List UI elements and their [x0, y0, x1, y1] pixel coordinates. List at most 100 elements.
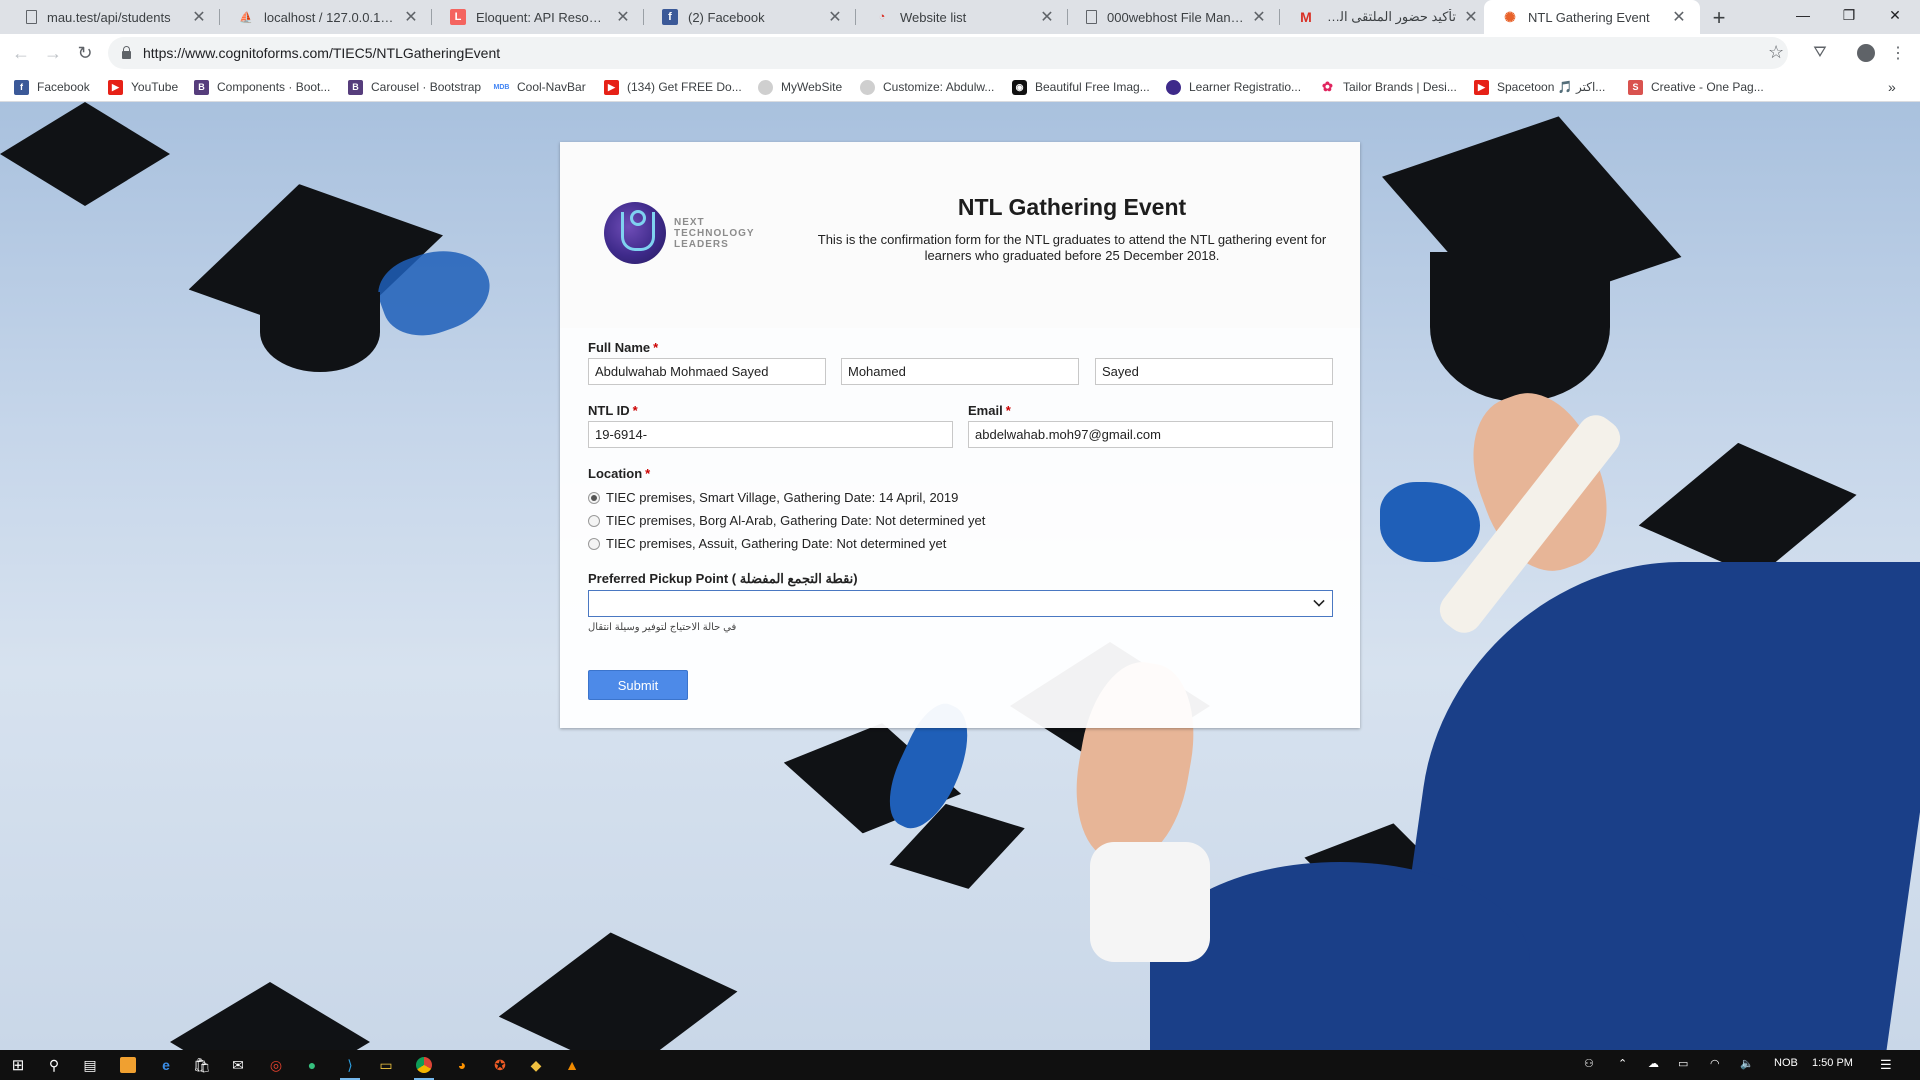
bookmark-item[interactable]: MDB Cool-NavBar [494, 77, 586, 97]
radio-button[interactable] [588, 514, 600, 527]
submit-button[interactable]: Submit [588, 670, 688, 700]
battery-icon[interactable]: ▭ [1678, 1057, 1688, 1070]
ntl-logo: Next Technology Leaders [604, 200, 764, 266]
bookmark-label: Beautiful Free Imag... [1035, 80, 1150, 94]
forward-button[interactable]: → [40, 40, 66, 66]
tab-title: NTL Gathering Event [1528, 9, 1650, 25]
location-option-label: TIEC premises, Borg Al-Arab, Gathering D… [606, 513, 986, 528]
browser-tab[interactable]: f (2) Facebook ✕ [644, 0, 856, 34]
ntl-id-input[interactable]: 19-6914- [588, 421, 953, 448]
address-bar[interactable]: https://www.cognitoforms.com/TIEC5/NTLGa… [108, 37, 1788, 69]
vlc-icon[interactable]: ▲ [562, 1055, 582, 1075]
language-indicator[interactable]: NOB [1774, 1057, 1798, 1069]
minimize-button[interactable]: — [1780, 0, 1826, 30]
middle-name-input[interactable]: Mohamed [841, 358, 1079, 385]
browser-tab[interactable]: 000webhost File Manager ✕ [1068, 0, 1280, 34]
bookmark-item[interactable]: ◉ Beautiful Free Imag... [1012, 77, 1150, 97]
green-app-icon[interactable]: ● [302, 1055, 322, 1075]
windows-taskbar: ⊞ ⚲ ▤ e 🛍 ✉ ◎ ● ⟩ ▭ ◕ ✪ ◆ ▲ ⚇ ⌃ ☁ ▭ ◠ 🔈 … [0, 1050, 1920, 1080]
back-button[interactable]: ← [8, 40, 34, 66]
clock[interactable]: 1:50 PM [1812, 1057, 1853, 1069]
file-explorer-icon[interactable]: ▭ [376, 1055, 396, 1075]
pickup-point-help-text: في حالة الاحتياج لتوفير وسيلة انتقال [588, 622, 737, 633]
tray-overflow-icon[interactable]: ⌃ [1618, 1057, 1627, 1070]
bookmarks-overflow-icon[interactable]: » [1888, 77, 1896, 97]
bookmark-item[interactable]: ▶ Spacetoon 🎵 اكتر... [1474, 77, 1605, 97]
wifi-icon[interactable]: ◠ [1710, 1057, 1720, 1070]
menu-icon[interactable]: ⋮ [1888, 43, 1908, 63]
new-tab-button[interactable]: + [1706, 5, 1732, 31]
email-input[interactable]: abdelwahab.moh97@gmail.com [968, 421, 1333, 448]
browser-tab[interactable]: ◔ Website list ✕ [856, 0, 1068, 34]
volume-icon[interactable]: 🔈 [1740, 1057, 1754, 1070]
form-title: NTL Gathering Event [957, 194, 1187, 220]
browser-tab[interactable]: L Eloquent: API Resources - La ✕ [432, 0, 644, 34]
bootstrap-icon: B [194, 79, 209, 95]
extension-icon[interactable]: ⛛ [1810, 43, 1830, 63]
bookmark-item[interactable]: B Components · Boot... [194, 77, 330, 97]
profile-icon[interactable] [1856, 43, 1876, 63]
graduation-cap-image [1430, 252, 1610, 402]
maximize-button[interactable]: ❐ [1826, 0, 1872, 30]
close-icon[interactable]: ✕ [1038, 7, 1056, 27]
bookmark-item[interactable]: S Creative - One Pag... [1628, 77, 1764, 97]
browser-tab-active[interactable]: ✺ NTL Gathering Event ✕ [1484, 0, 1700, 34]
ntl-logo-text: Next Technology Leaders [674, 216, 755, 250]
youtube-icon: ▶ [604, 79, 619, 95]
pickup-point-select[interactable] [588, 590, 1333, 617]
media-app-icon[interactable]: ◎ [266, 1055, 286, 1075]
close-icon[interactable]: ✕ [826, 7, 844, 27]
bookmark-item[interactable]: ✿ Tailor Brands | Desi... [1320, 77, 1457, 97]
browser-tab[interactable]: mau.test/api/students ✕ [8, 0, 220, 34]
camera-icon: ◉ [1012, 79, 1027, 95]
close-icon[interactable]: ✕ [190, 7, 208, 27]
close-icon[interactable]: ✕ [1250, 7, 1268, 27]
url-text[interactable]: https://www.cognitoforms.com/TIEC5/NTLGa… [143, 45, 500, 61]
action-center-icon[interactable]: ☰ [1880, 1057, 1892, 1073]
window-close-button[interactable]: ✕ [1872, 0, 1918, 30]
page-icon [1086, 10, 1097, 24]
mail-icon[interactable]: ✉ [228, 1055, 248, 1075]
bookmark-star-icon[interactable]: ☆ [1768, 42, 1784, 63]
first-name-input[interactable]: Abdulwahab Mohmaed Sayed [588, 358, 826, 385]
location-option[interactable]: TIEC premises, Borg Al-Arab, Gathering D… [588, 513, 985, 528]
bookmark-item[interactable]: f Facebook [14, 77, 90, 97]
edge-icon[interactable]: e [156, 1055, 176, 1075]
bookmark-item[interactable]: ▶ YouTube [108, 77, 178, 97]
close-icon[interactable]: ✕ [402, 7, 420, 27]
browser-tab[interactable]: ⛵ localhost / 127.0.0.1 / mau ✕ [220, 0, 432, 34]
youtube-icon: ▶ [1474, 79, 1489, 95]
browser-tab[interactable]: M تأكيد حضور الملتقى الرابع لخ ✕ [1280, 0, 1492, 34]
onedrive-icon[interactable]: ☁ [1648, 1057, 1659, 1070]
location-option-label: TIEC premises, Smart Village, Gathering … [606, 490, 959, 505]
tab-title: Eloquent: API Resources - La [476, 9, 608, 25]
bookmark-item[interactable]: Learner Registratio... [1166, 77, 1301, 97]
close-icon[interactable]: ✕ [1670, 7, 1688, 27]
bookmark-item[interactable]: Customize: Abdulw... [860, 77, 994, 97]
search-icon[interactable]: ⚲ [44, 1055, 64, 1075]
sourcetree-icon[interactable]: ◆ [526, 1055, 546, 1075]
task-view-icon[interactable]: ▤ [80, 1055, 100, 1075]
windows-start-icon[interactable]: ⊞ [8, 1055, 28, 1075]
calculator-app-icon[interactable] [118, 1055, 138, 1075]
radio-button[interactable] [588, 537, 600, 550]
chevron-down-icon [1313, 595, 1325, 607]
close-icon[interactable]: ✕ [1462, 7, 1480, 27]
people-icon[interactable]: ⚇ [1584, 1057, 1594, 1070]
chrome-icon[interactable] [414, 1055, 434, 1080]
radio-button-selected[interactable] [588, 491, 600, 504]
bookmark-label: Cool-NavBar [517, 80, 586, 94]
postman-icon[interactable]: ✪ [490, 1055, 510, 1075]
bookmark-item[interactable]: ▶ (134) Get FREE Do... [604, 77, 742, 97]
vscode-icon[interactable]: ⟩ [340, 1055, 360, 1080]
store-icon[interactable]: 🛍 [192, 1055, 212, 1075]
location-option[interactable]: TIEC premises, Smart Village, Gathering … [588, 490, 958, 505]
bookmark-item[interactable]: B Carousel · Bootstrap [348, 77, 481, 97]
location-label: Location * [588, 466, 651, 481]
location-option[interactable]: TIEC premises, Assuit, Gathering Date: N… [588, 536, 946, 551]
close-icon[interactable]: ✕ [614, 7, 632, 27]
reload-button[interactable]: ↻ [72, 40, 98, 66]
last-name-input[interactable]: Sayed [1095, 358, 1333, 385]
firefox-icon[interactable]: ◕ [452, 1055, 472, 1075]
bookmark-item[interactable]: MyWebSite [758, 77, 842, 97]
